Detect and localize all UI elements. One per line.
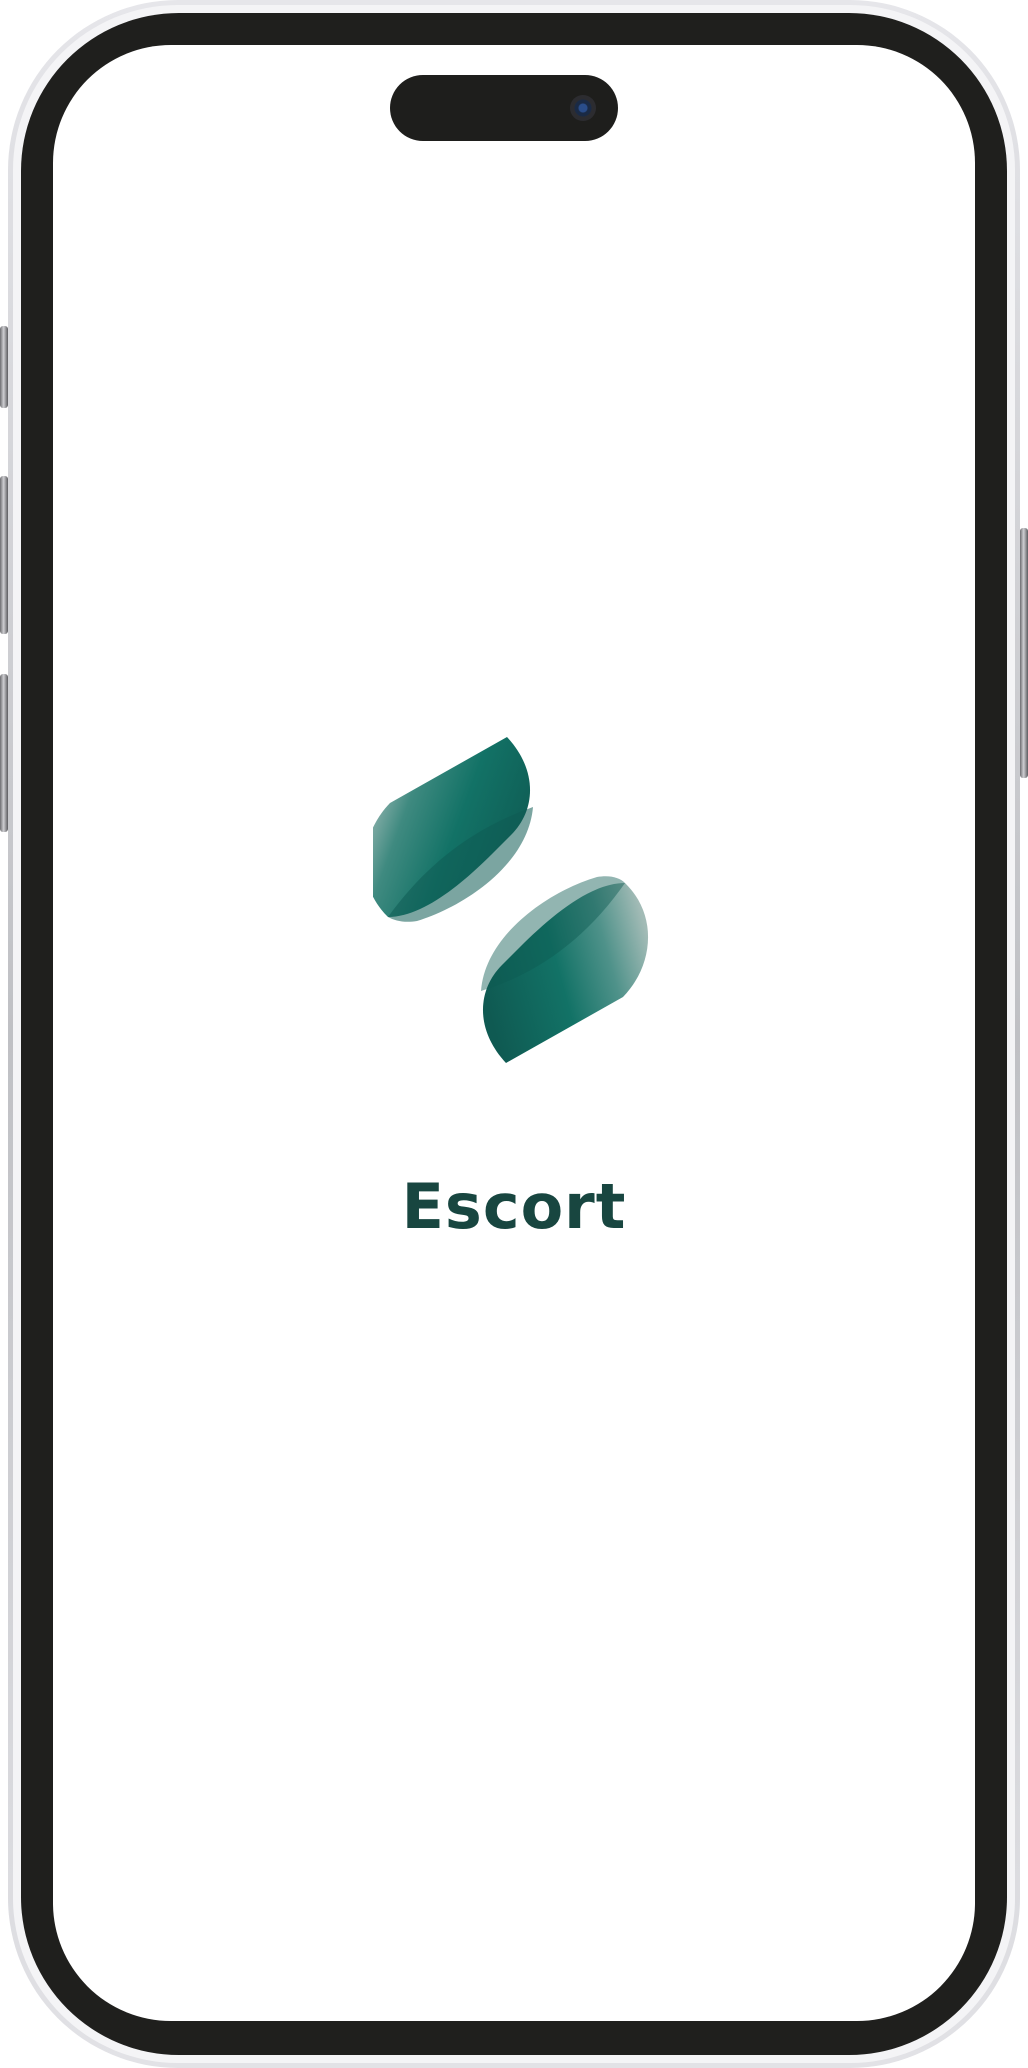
splash-screen: Escort (53, 45, 975, 2021)
phone-bezel: Escort (21, 13, 1007, 2055)
power-button (1020, 528, 1028, 778)
action-button (0, 326, 8, 408)
volume-down-button (0, 674, 8, 832)
device-mockup: Escort (0, 0, 1028, 2068)
dynamic-island (390, 75, 618, 141)
brand-s-logo-icon (373, 737, 649, 1063)
volume-up-button (0, 476, 8, 634)
phone-frame: Escort (8, 0, 1020, 2068)
app-name: Escort (401, 1170, 627, 1243)
camera-icon (570, 95, 596, 121)
